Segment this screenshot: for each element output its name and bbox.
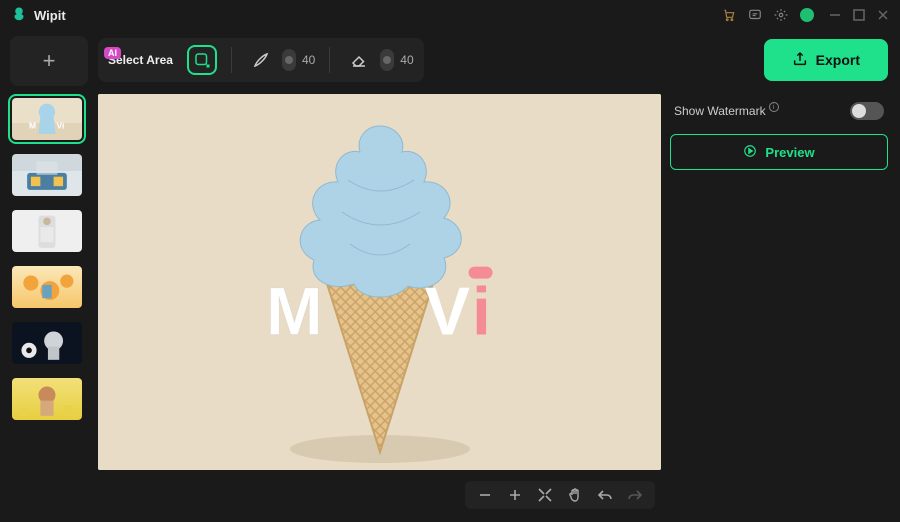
preview-label: Preview [765,145,814,160]
eraser-tool[interactable] [344,45,374,75]
pan-icon[interactable] [567,487,583,503]
eraser-tool-group: 40 [344,45,413,75]
app-title: Wipit [34,8,66,23]
avatar[interactable] [800,8,814,22]
export-button[interactable]: Export [764,39,888,81]
right-panel: Show Watermark i Preview [670,94,888,170]
divider [329,47,330,73]
thumbnail-1[interactable]: M Vi [10,96,84,142]
zoom-out-icon[interactable] [477,487,493,503]
sidebar: + M Vi [10,36,88,422]
undo-icon[interactable] [597,487,613,503]
toolbar: AI Select Area 40 40 Export [98,36,888,84]
thumbnail-4[interactable] [10,264,84,310]
preview-button[interactable]: Preview [670,134,888,170]
thumbnail-5[interactable] [10,320,84,366]
rectangle-select-tool[interactable] [187,45,217,75]
divider [231,47,232,73]
canvas-tools [98,478,661,512]
eraser-size-slider[interactable] [380,49,394,71]
watermark-i-dot [469,267,493,279]
show-watermark-label-wrap: Show Watermark i [674,104,779,118]
info-icon[interactable]: i [769,102,779,112]
select-area-label-box: AI Select Area [108,53,173,67]
show-watermark-label: Show Watermark [674,104,766,118]
export-label: Export [816,52,860,68]
watermark-letter-i: i [472,273,493,351]
maximize-button[interactable] [852,8,866,22]
window-buttons [828,8,890,22]
minimize-button[interactable] [828,8,842,22]
tool-group: AI Select Area 40 40 [98,38,424,82]
redo-icon[interactable] [627,487,643,503]
canvas[interactable]: M V i [98,94,661,470]
zoom-in-icon[interactable] [507,487,523,503]
brush-size-value: 40 [302,53,315,67]
thumbnail-3[interactable] [10,208,84,254]
titlebar: Wipit [0,0,900,30]
show-watermark-row: Show Watermark i [670,94,888,134]
fit-screen-icon[interactable] [537,487,553,503]
watermark-letter-m: M [266,273,325,351]
brush-size-slider[interactable] [282,49,296,71]
app-logo [10,6,28,24]
svg-text:Vi: Vi [56,120,64,130]
preview-icon [743,144,757,161]
eraser-size-value: 40 [400,53,413,67]
close-button[interactable] [876,8,890,22]
cart-icon[interactable] [722,8,736,22]
export-icon [792,51,808,70]
chat-icon[interactable] [748,8,762,22]
show-watermark-toggle[interactable] [850,102,884,120]
gear-icon[interactable] [774,8,788,22]
title-icons [722,8,814,22]
brush-tool[interactable] [246,45,276,75]
watermark-overlay: M V i [266,273,493,351]
plus-icon: + [43,48,56,74]
svg-text:M: M [29,120,36,130]
ai-badge: AI [104,47,121,59]
canvas-tool-box [465,481,655,509]
watermark-letter-v: V [425,273,472,351]
thumbnail-6[interactable] [10,376,84,422]
thumbnail-2[interactable] [10,152,84,198]
add-image-button[interactable]: + [10,36,88,86]
brush-tool-group: 40 [246,45,315,75]
